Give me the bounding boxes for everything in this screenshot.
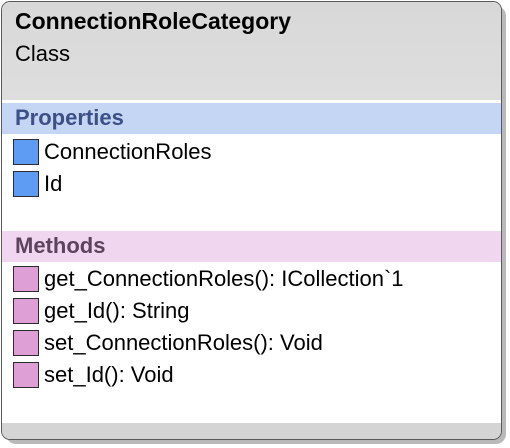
method-item-set-id: set_Id(): Void: [13, 360, 174, 390]
properties-title: Properties: [15, 105, 124, 130]
class-header: ConnectionRoleCategory Class: [2, 2, 501, 100]
method-label: get_Id(): String: [44, 298, 190, 323]
class-name: ConnectionRoleCategory: [15, 8, 292, 34]
method-item-get-id: get_Id(): String: [13, 296, 190, 326]
method-label: set_ConnectionRoles(): Void: [44, 330, 323, 355]
property-icon: [13, 171, 39, 197]
method-icon: [13, 266, 39, 292]
properties-section-header: Properties: [2, 103, 501, 134]
property-label: ConnectionRoles: [44, 139, 212, 164]
class-kind: Class: [15, 41, 71, 66]
method-label: set_Id(): Void: [44, 362, 174, 387]
method-icon: [13, 362, 39, 388]
class-footer: [2, 423, 501, 439]
property-item-id: Id: [13, 169, 62, 199]
property-icon: [13, 139, 39, 165]
method-icon: [13, 330, 39, 356]
methods-title: Methods: [15, 233, 106, 258]
method-item-get-connectionroles: get_ConnectionRoles(): ICollection`1: [13, 264, 404, 294]
method-item-set-connectionroles: set_ConnectionRoles(): Void: [13, 328, 323, 358]
method-label: get_ConnectionRoles(): ICollection`1: [44, 266, 404, 291]
methods-section-header: Methods: [2, 231, 501, 262]
class-diagram-card: ConnectionRoleCategory Class Properties …: [1, 1, 502, 440]
property-item-connectionroles: ConnectionRoles: [13, 137, 212, 167]
property-label: Id: [44, 171, 63, 196]
method-icon: [13, 298, 39, 324]
